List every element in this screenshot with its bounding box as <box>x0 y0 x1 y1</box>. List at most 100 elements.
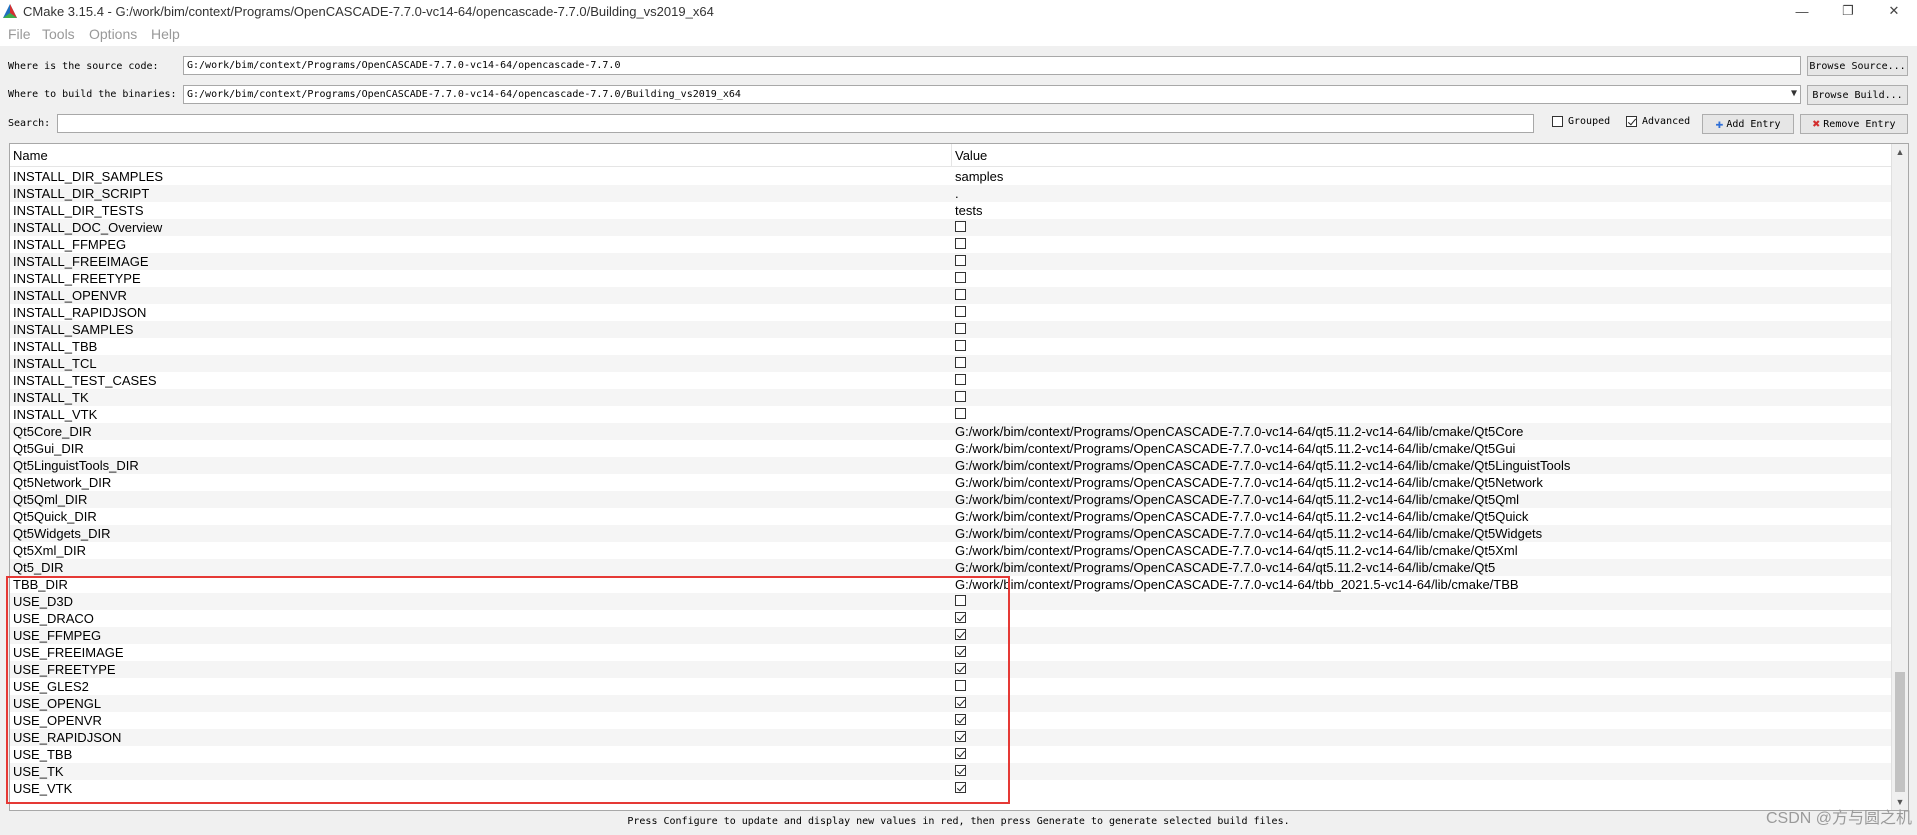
cell-value-checkbox[interactable] <box>955 355 966 372</box>
table-row[interactable]: INSTALL_VTK <box>10 406 1893 423</box>
menu-file[interactable]: File <box>8 26 31 42</box>
table-row[interactable]: Qt5_DIR G:/work/bim/context/Programs/Open… <box>10 559 1893 576</box>
cell-value[interactable]: G:/work/bim/context/Programs/OpenCASCADE… <box>955 542 1518 559</box>
close-button[interactable]: ✕ <box>1871 0 1917 22</box>
checked-checkbox[interactable] <box>955 765 966 776</box>
table-row[interactable]: USE_OPENVR <box>10 712 1893 729</box>
cell-value[interactable]: samples <box>955 168 1003 185</box>
table-row[interactable]: INSTALL_TEST_CASES <box>10 372 1893 389</box>
grouped-checkbox[interactable] <box>1552 116 1563 127</box>
table-row[interactable]: INSTALL_DOC_Overview <box>10 219 1893 236</box>
table-row[interactable]: INSTALL_DIR_TESTS tests <box>10 202 1893 219</box>
table-row[interactable]: Qt5Network_DIR G:/work/bim/context/Progra… <box>10 474 1893 491</box>
cell-value-checkbox[interactable] <box>955 678 966 695</box>
menu-options[interactable]: Options <box>89 26 137 42</box>
cell-value-checkbox[interactable] <box>955 729 966 746</box>
checked-checkbox[interactable] <box>955 731 966 742</box>
table-row[interactable]: USE_VTK <box>10 780 1893 797</box>
unchecked-checkbox[interactable] <box>955 323 966 334</box>
table-row[interactable]: Qt5Core_DIR G:/work/bim/context/Programs/… <box>10 423 1893 440</box>
table-row[interactable]: USE_DRACO <box>10 610 1893 627</box>
unchecked-checkbox[interactable] <box>955 408 966 419</box>
search-input[interactable] <box>57 114 1534 133</box>
maximize-button[interactable]: ❐ <box>1825 0 1871 22</box>
unchecked-checkbox[interactable] <box>955 255 966 266</box>
cell-value-checkbox[interactable] <box>955 270 966 287</box>
table-row[interactable]: USE_OPENGL <box>10 695 1893 712</box>
unchecked-checkbox[interactable] <box>955 374 966 385</box>
unchecked-checkbox[interactable] <box>955 680 966 691</box>
table-row[interactable]: INSTALL_DIR_SAMPLES samples <box>10 168 1893 185</box>
checked-checkbox[interactable] <box>955 646 966 657</box>
chevron-down-icon[interactable]: ▼ <box>1791 88 1797 99</box>
cell-value[interactable]: . <box>955 185 959 202</box>
table-row[interactable]: Qt5Quick_DIR G:/work/bim/context/Programs… <box>10 508 1893 525</box>
cell-value-checkbox[interactable] <box>955 763 966 780</box>
browse-build-button[interactable]: Browse Build... <box>1807 85 1908 105</box>
table-row[interactable]: INSTALL_FFMPEG <box>10 236 1893 253</box>
table-row[interactable]: USE_TBB <box>10 746 1893 763</box>
table-row[interactable]: USE_FREETYPE <box>10 661 1893 678</box>
table-row[interactable]: USE_FREEIMAGE <box>10 644 1893 661</box>
unchecked-checkbox[interactable] <box>955 306 966 317</box>
cell-value[interactable]: G:/work/bim/context/Programs/OpenCASCADE… <box>955 440 1515 457</box>
table-row[interactable]: Qt5Widgets_DIR G:/work/bim/context/Progra… <box>10 525 1893 542</box>
cell-value-checkbox[interactable] <box>955 304 966 321</box>
column-header-value[interactable]: Value <box>955 148 987 163</box>
table-row[interactable]: USE_FFMPEG <box>10 627 1893 644</box>
cell-value[interactable]: G:/work/bim/context/Programs/OpenCASCADE… <box>955 508 1528 525</box>
cell-value-checkbox[interactable] <box>955 253 966 270</box>
unchecked-checkbox[interactable] <box>955 357 966 368</box>
checked-checkbox[interactable] <box>955 612 966 623</box>
scroll-up-icon[interactable]: ▲ <box>1892 144 1908 160</box>
table-row[interactable]: INSTALL_TCL <box>10 355 1893 372</box>
grouped-option[interactable]: Grouped <box>1552 116 1610 127</box>
cell-value-checkbox[interactable] <box>955 236 966 253</box>
cell-value-checkbox[interactable] <box>955 644 966 661</box>
table-row[interactable]: INSTALL_OPENVR <box>10 287 1893 304</box>
column-header-name[interactable]: Name <box>13 148 48 163</box>
table-row[interactable]: INSTALL_DIR_SCRIPT. <box>10 185 1893 202</box>
scrollbar-thumb[interactable] <box>1895 672 1905 792</box>
cell-value-checkbox[interactable] <box>955 372 966 389</box>
unchecked-checkbox[interactable] <box>955 272 966 283</box>
cell-value-checkbox[interactable] <box>955 406 966 423</box>
column-divider[interactable] <box>951 144 952 166</box>
table-row[interactable]: TBB_DIR G:/work/bim/context/Programs/Open… <box>10 576 1893 593</box>
build-path-combo[interactable]: G:/work/bim/context/Programs/OpenCASCADE… <box>183 85 1801 104</box>
cell-value-checkbox[interactable] <box>955 695 966 712</box>
cell-value-checkbox[interactable] <box>955 593 966 610</box>
checked-checkbox[interactable] <box>955 663 966 674</box>
table-row[interactable]: USE_GLES2 <box>10 678 1893 695</box>
unchecked-checkbox[interactable] <box>955 289 966 300</box>
checked-checkbox[interactable] <box>955 697 966 708</box>
cell-value[interactable]: G:/work/bim/context/Programs/OpenCASCADE… <box>955 559 1495 576</box>
cell-value-checkbox[interactable] <box>955 610 966 627</box>
browse-source-button[interactable]: Browse Source... <box>1807 56 1908 76</box>
unchecked-checkbox[interactable] <box>955 221 966 232</box>
source-path-input[interactable]: G:/work/bim/context/Programs/OpenCASCADE… <box>183 56 1801 75</box>
checked-checkbox[interactable] <box>955 629 966 640</box>
unchecked-checkbox[interactable] <box>955 238 966 249</box>
cell-value[interactable]: G:/work/bim/context/Programs/OpenCASCADE… <box>955 491 1519 508</box>
table-row[interactable]: INSTALL_FREETYPE <box>10 270 1893 287</box>
checked-checkbox[interactable] <box>955 714 966 725</box>
unchecked-checkbox[interactable] <box>955 340 966 351</box>
cell-value[interactable]: G:/work/bim/context/Programs/OpenCASCADE… <box>955 576 1519 593</box>
unchecked-checkbox[interactable] <box>955 595 966 606</box>
cell-value-checkbox[interactable] <box>955 338 966 355</box>
cell-value-checkbox[interactable] <box>955 321 966 338</box>
checked-checkbox[interactable] <box>955 748 966 759</box>
table-row[interactable]: Qt5Gui_DIR G:/work/bim/context/Programs/O… <box>10 440 1893 457</box>
table-row[interactable]: USE_D3D <box>10 593 1893 610</box>
vertical-scrollbar[interactable]: ▲ ▼ <box>1891 144 1908 810</box>
table-row[interactable]: Qt5Qml_DIR G:/work/bim/context/Programs/O… <box>10 491 1893 508</box>
cell-value-checkbox[interactable] <box>955 389 966 406</box>
table-row[interactable]: Qt5LinguistTools_DIR G:/work/bim/context/… <box>10 457 1893 474</box>
advanced-option[interactable]: Advanced <box>1626 116 1690 127</box>
table-row[interactable]: INSTALL_TK <box>10 389 1893 406</box>
advanced-checkbox[interactable] <box>1626 116 1637 127</box>
cell-value-checkbox[interactable] <box>955 746 966 763</box>
cell-value[interactable]: G:/work/bim/context/Programs/OpenCASCADE… <box>955 525 1542 542</box>
remove-entry-button[interactable]: ✖ Remove Entry <box>1800 114 1908 134</box>
